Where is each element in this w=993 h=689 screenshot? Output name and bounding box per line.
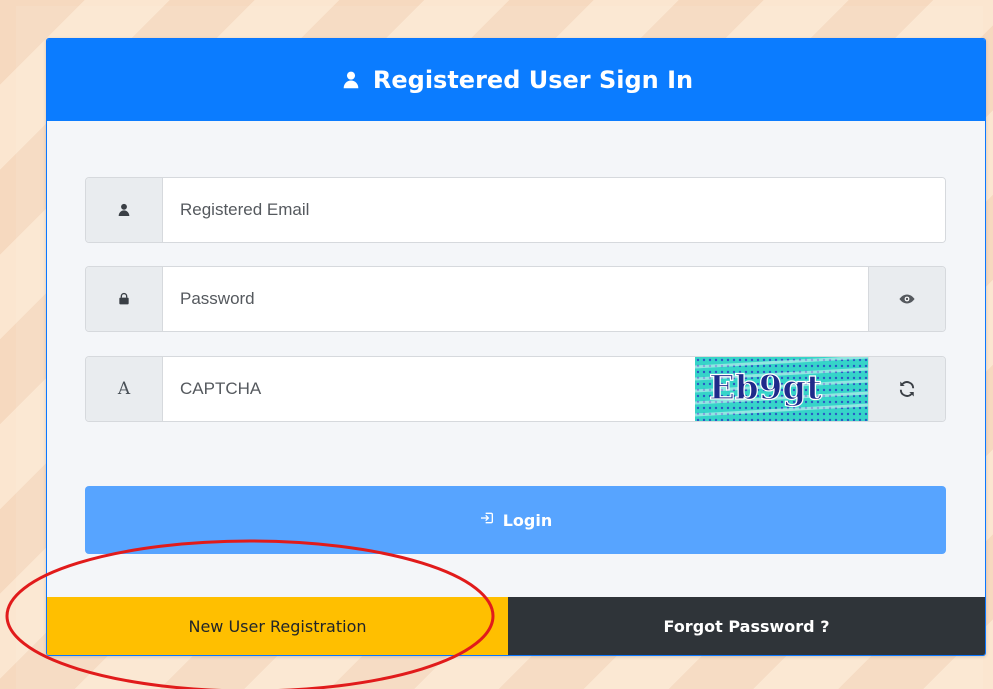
eye-icon[interactable] (868, 267, 945, 331)
login-label: Login (502, 510, 553, 530)
sign-in-icon (479, 510, 495, 530)
footer-actions: New User Registration Forgot Password ? (47, 597, 985, 655)
user-icon (339, 68, 363, 92)
login-button[interactable]: Login (85, 486, 946, 554)
captcha-field[interactable] (163, 357, 695, 421)
new-user-registration-button[interactable]: New User Registration (47, 597, 508, 655)
email-field[interactable] (163, 178, 945, 242)
page-title: Registered User Sign In (372, 66, 694, 94)
card-header: Registered User Sign In (47, 39, 985, 121)
captcha-image: Eb9gt (695, 357, 868, 421)
email-input-group (85, 177, 946, 243)
svg-text:Eb9gt: Eb9gt (709, 368, 822, 408)
sign-in-card: Registered User Sign In A (46, 38, 986, 656)
password-field[interactable] (163, 267, 868, 331)
captcha-input-group: A Eb9gt (85, 356, 946, 422)
lock-icon (86, 267, 163, 331)
captcha-a-icon: A (86, 357, 163, 421)
email-user-icon (86, 178, 163, 242)
password-input-group (85, 266, 946, 332)
refresh-icon[interactable] (868, 357, 945, 421)
forgot-password-button[interactable]: Forgot Password ? (508, 597, 985, 655)
